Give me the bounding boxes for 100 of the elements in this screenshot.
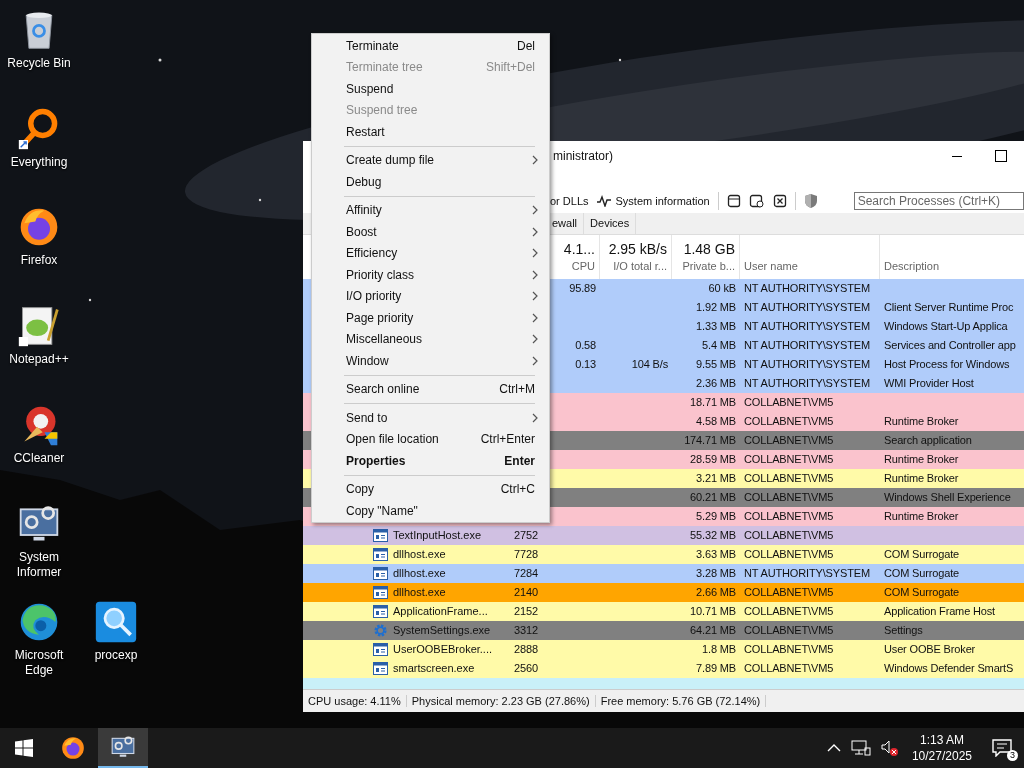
column-label: Private b...: [682, 260, 735, 273]
description-cell: COM Surrogate: [884, 567, 960, 580]
chevron-right-icon: [532, 205, 539, 216]
gear-icon: [373, 622, 388, 638]
cpu-cell: 0.58: [575, 339, 596, 352]
pid-cell: 2152: [514, 605, 538, 618]
menu-item[interactable]: Terminate Del: [312, 35, 549, 57]
menu-item[interactable]: Create dump file: [312, 149, 549, 171]
memory-cell: 3.21 MB: [696, 472, 736, 485]
user-cell: NT AUTHORITY\SYSTEM: [744, 320, 870, 333]
system-information-button[interactable]: System information: [596, 194, 710, 207]
menu-item[interactable]: Restart: [312, 121, 549, 143]
memory-cell: 174.71 MB: [684, 434, 736, 447]
search-field[interactable]: Search Processes (Ctrl+K): [853, 191, 1024, 210]
user-cell: COLLABNET\VM5: [744, 529, 834, 542]
magnifier-icon: [94, 600, 138, 644]
desktop-icon-label[interactable]: CCleaner: [13, 451, 65, 466]
description-cell: User OOBE Broker: [884, 643, 976, 656]
pid-cell: 7728: [514, 548, 538, 561]
message-icon: [992, 739, 1012, 757]
chevron-right-icon: [532, 312, 539, 323]
column-header[interactable]: 2.95 kB/s I/O total r...: [600, 234, 672, 279]
column-header[interactable]: 1.48 GB Private b...: [672, 234, 740, 279]
menu-item[interactable]: Open file location Ctrl+Enter: [312, 428, 549, 450]
taskbar-app[interactable]: [98, 728, 148, 768]
memory-cell: 60 kB: [708, 282, 736, 295]
menu-item[interactable]: Efficiency: [312, 242, 549, 264]
app-window-icon: [373, 528, 388, 542]
process-name: dllhost.exe: [393, 548, 446, 561]
description-cell: Host Process for Windows: [884, 358, 1010, 371]
app-window-icon: [373, 604, 388, 618]
description-cell: Windows Shell Experience: [884, 491, 1011, 504]
description-cell: Windows Defender SmartS: [884, 662, 1014, 675]
menu-item[interactable]: Affinity: [312, 199, 549, 221]
desktop-icon-label[interactable]: System Informer: [4, 550, 74, 580]
window-search-icon[interactable]: [748, 193, 765, 208]
user-cell: COLLABNET\VM5: [744, 415, 834, 428]
memory-cell: 4.58 MB: [696, 415, 736, 428]
cpu-cell: 95.89: [569, 282, 596, 295]
desktop-icon-label[interactable]: Notepad++: [9, 352, 69, 367]
desktop-icon-label[interactable]: Recycle Bin: [7, 56, 71, 71]
monitor-gears-icon: [110, 734, 136, 760]
fox-globe-icon: [60, 735, 86, 761]
user-cell: NT AUTHORITY\SYSTEM: [744, 282, 870, 295]
description-cell: Runtime Broker: [884, 510, 959, 523]
dll-button[interactable]: or DLLs: [550, 194, 589, 207]
column-header[interactable]: 4.1... CPU: [555, 234, 600, 279]
memory-cell: 7.89 MB: [696, 662, 736, 675]
muted-speaker-icon[interactable]: [880, 740, 899, 756]
process-name: UserOOBEBroker....: [393, 643, 493, 656]
process-name: ApplicationFrame...: [393, 605, 488, 618]
description-cell: Settings: [884, 624, 923, 637]
memory-cell: 1.8 MB: [702, 643, 736, 656]
memory-cell: 1.33 MB: [696, 320, 736, 333]
desktop-icon-label[interactable]: Firefox: [20, 253, 58, 268]
shield-icon[interactable]: [803, 192, 818, 209]
notification-badge: 3: [1007, 750, 1018, 761]
memory-cell: 28.59 MB: [690, 453, 736, 466]
description-cell: Runtime Broker: [884, 472, 959, 485]
description-cell: Windows Start-Up Applica: [884, 320, 1008, 333]
chevron-right-icon: [532, 334, 539, 345]
network-icon[interactable]: [850, 740, 871, 756]
description-cell: COM Surrogate: [884, 586, 960, 599]
pulse-icon: [596, 194, 611, 207]
desktop-icon-label[interactable]: Microsoft Edge: [4, 648, 74, 678]
memory-cell: 5.4 MB: [702, 339, 736, 352]
user-cell: COLLABNET\VM5: [744, 605, 834, 618]
user-cell: COLLABNET\VM5: [744, 624, 834, 637]
notifications-button[interactable]: 3: [980, 728, 1024, 768]
status-text: Free memory: 5.76 GB (72.14%): [595, 695, 767, 707]
menu-item[interactable]: Suspend: [312, 78, 549, 100]
desktop-icon-label[interactable]: procexp: [94, 648, 138, 663]
user-cell: COLLABNET\VM5: [744, 434, 834, 447]
description-cell: COM Surrogate: [884, 548, 960, 561]
clock-time[interactable]: 1:13 AM: [919, 732, 964, 748]
column-header[interactable]: Description: [880, 234, 1024, 279]
close-window-icon[interactable]: [772, 193, 787, 208]
status-text: Physical memory: 2.23 GB (27.86%): [406, 695, 596, 707]
chevron-up-icon[interactable]: [826, 743, 841, 753]
description-cell: Runtime Broker: [884, 453, 959, 466]
process-name: SystemSettings.exe: [393, 624, 491, 637]
clock-date[interactable]: 10/27/2025: [911, 748, 972, 764]
pid-cell: 3312: [514, 624, 538, 637]
user-cell: NT AUTHORITY\SYSTEM: [744, 358, 870, 371]
description-cell: Runtime Broker: [884, 415, 959, 428]
menu-item[interactable]: Boost: [312, 221, 549, 243]
column-header[interactable]: User name: [740, 234, 880, 279]
tab[interactable]: Devices: [584, 212, 637, 234]
user-cell: COLLABNET\VM5: [744, 472, 834, 485]
memory-cell: 2.36 MB: [696, 377, 736, 390]
app-window-icon: [373, 661, 388, 675]
memory-cell: 3.28 MB: [696, 567, 736, 580]
desktop-icon-label[interactable]: Everything: [10, 155, 68, 170]
window-icon[interactable]: [726, 193, 741, 208]
user-cell: NT AUTHORITY\SYSTEM: [744, 301, 870, 314]
column-label: Description: [884, 260, 941, 273]
io-cell: 104 B/s: [631, 358, 668, 371]
memory-cell: 18.71 MB: [690, 396, 736, 409]
menu-item[interactable]: Debug: [312, 171, 549, 193]
user-cell: NT AUTHORITY\SYSTEM: [744, 567, 870, 580]
